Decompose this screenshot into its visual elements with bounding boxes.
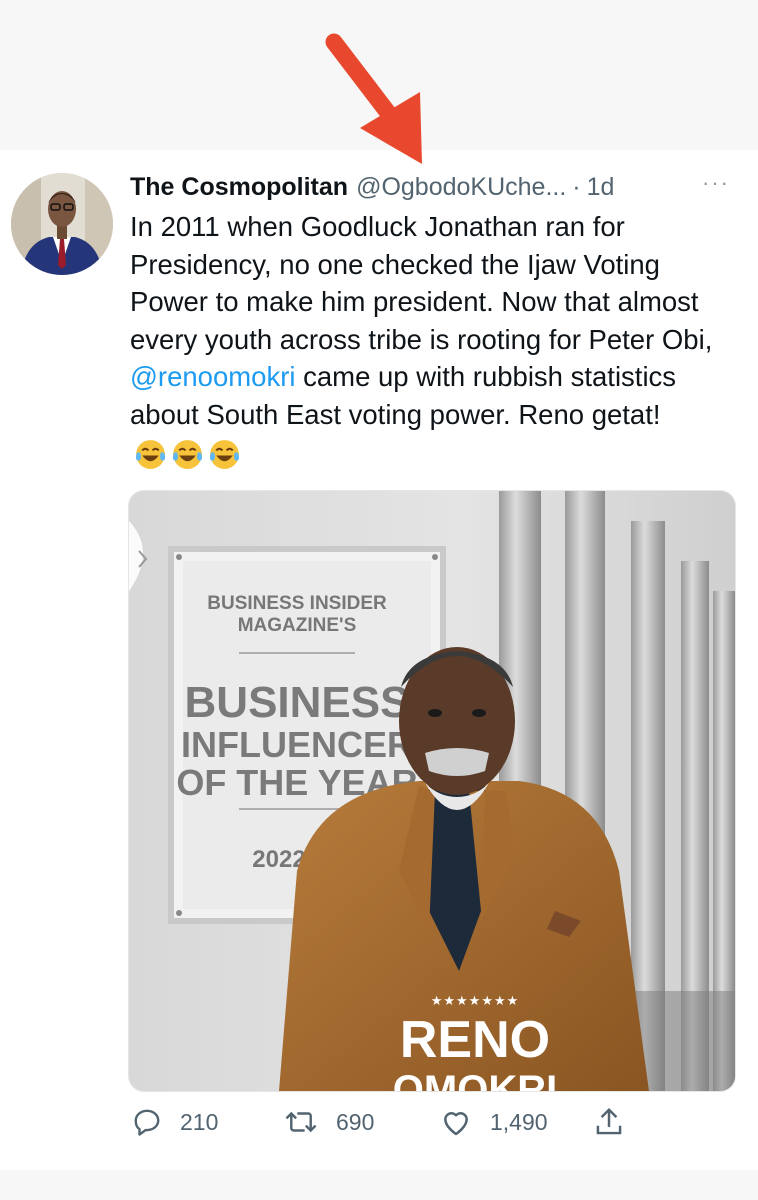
- plaque-big2: INFLUENCER: [181, 724, 413, 765]
- emoji-group: [134, 438, 241, 471]
- separator-dot: ·: [572, 172, 581, 201]
- tweet-header: The Cosmopolitan @OgbodoKUche... · 1d ··…: [130, 170, 740, 204]
- heart-icon: [444, 1112, 468, 1136]
- mention-link[interactable]: @renoomokri: [130, 361, 295, 392]
- retweet-count: 690: [336, 1108, 375, 1135]
- reply-icon: [134, 1109, 160, 1136]
- reply-button[interactable]: 210: [132, 1102, 218, 1142]
- share-icon: [596, 1107, 622, 1135]
- share-button[interactable]: [594, 1102, 624, 1142]
- overlay-name-line2: OMOKRI: [393, 1068, 557, 1091]
- bottom-background: [0, 1170, 758, 1200]
- display-name[interactable]: The Cosmopolitan: [130, 173, 348, 202]
- plaque-line1: BUSINESS INSIDER: [207, 593, 387, 614]
- tweet-text: In 2011 when Goodluck Jonathan ran for P…: [130, 208, 740, 471]
- avatar[interactable]: [11, 173, 113, 275]
- tweet-text-part1: In 2011 when Goodluck Jonathan ran for P…: [130, 211, 713, 355]
- avatar-image: [11, 173, 113, 275]
- like-count: 1,490: [490, 1108, 548, 1135]
- laughing-crying-emoji-icon: [172, 439, 203, 469]
- annotation-arrow: [325, 33, 422, 164]
- laughing-crying-emoji-icon: [209, 439, 240, 469]
- overlay-name-line1: RENO: [400, 1011, 550, 1069]
- media-illustration: BUSINESS INSIDER MAGAZINE'S BUSINESS INF…: [129, 491, 735, 1091]
- retweet-button[interactable]: 690: [284, 1102, 374, 1142]
- plaque-big1: BUSINESS: [185, 678, 410, 727]
- tweet-media-image[interactable]: BUSINESS INSIDER MAGAZINE'S BUSINESS INF…: [128, 490, 736, 1092]
- user-handle[interactable]: @OgbodoKUche...: [356, 173, 566, 202]
- more-options-icon[interactable]: ···: [702, 170, 730, 196]
- laughing-crying-emoji-icon: [135, 439, 166, 469]
- retweet-icon: [285, 1111, 317, 1133]
- like-button[interactable]: 1,490: [440, 1102, 548, 1142]
- plaque-line2: MAGAZINE'S: [238, 615, 357, 636]
- tweet-timestamp[interactable]: 1d: [587, 173, 615, 202]
- reply-count: 210: [180, 1108, 219, 1135]
- stars-text: ★★★★★★★: [431, 994, 520, 1009]
